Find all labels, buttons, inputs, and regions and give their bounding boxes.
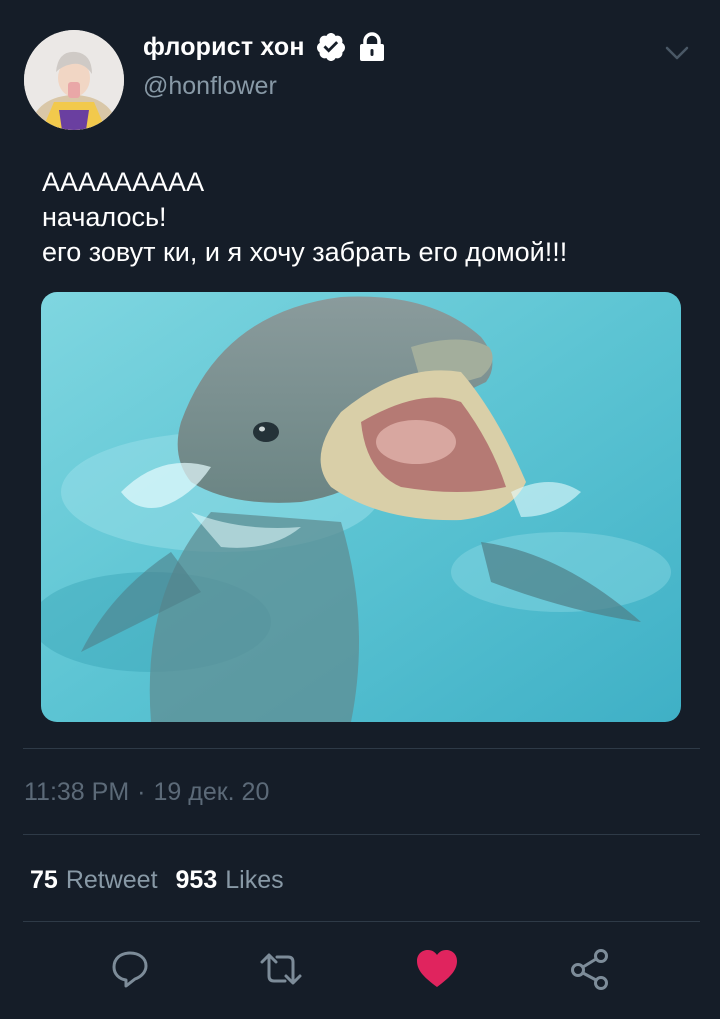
- chevron-down-icon[interactable]: [662, 38, 692, 68]
- display-name[interactable]: флорист хон: [143, 33, 305, 62]
- avatar[interactable]: [24, 30, 124, 130]
- tweet-stats: 75 Retweet 953 Likes: [30, 866, 302, 895]
- share-button[interactable]: [567, 946, 613, 992]
- tweet-timestamp[interactable]: 11:38 PM · 19 дек. 20: [24, 778, 269, 807]
- verified-badge-icon: [316, 33, 345, 61]
- share-icon: [571, 949, 608, 990]
- reply-button[interactable]: [107, 946, 153, 992]
- divider: [23, 748, 700, 749]
- tweet-media-image[interactable]: [41, 292, 681, 722]
- divider: [23, 834, 700, 835]
- reply-icon: [112, 951, 148, 988]
- tweet-line: началось!: [42, 202, 167, 232]
- tweet-line: его зовут ки, и я хочу забрать его домой…: [42, 237, 568, 267]
- user-handle[interactable]: @honflower: [143, 72, 277, 101]
- timestamp-separator: ·: [137, 778, 146, 806]
- likes-count[interactable]: 953: [176, 866, 218, 895]
- retweet-count[interactable]: 75: [30, 866, 58, 895]
- tweet-line: ААААААААА: [42, 167, 205, 197]
- tweet-text: ААААААААА началось! его зовут ки, и я хо…: [42, 165, 692, 270]
- heart-icon: [417, 950, 457, 987]
- tweet-time: 11:38 PM: [24, 778, 130, 806]
- retweet-button[interactable]: [258, 946, 304, 992]
- likes-label[interactable]: Likes: [225, 866, 283, 895]
- tweet-date: 19 дек. 20: [153, 778, 270, 806]
- user-name-row: флорист хон: [143, 30, 387, 64]
- lock-icon: [359, 32, 384, 61]
- divider: [23, 921, 700, 922]
- like-button[interactable]: [414, 946, 460, 992]
- retweet-icon: [260, 953, 302, 985]
- avatar-image: [24, 30, 124, 130]
- retweet-label[interactable]: Retweet: [66, 866, 158, 895]
- dolphin-photo: [41, 292, 681, 722]
